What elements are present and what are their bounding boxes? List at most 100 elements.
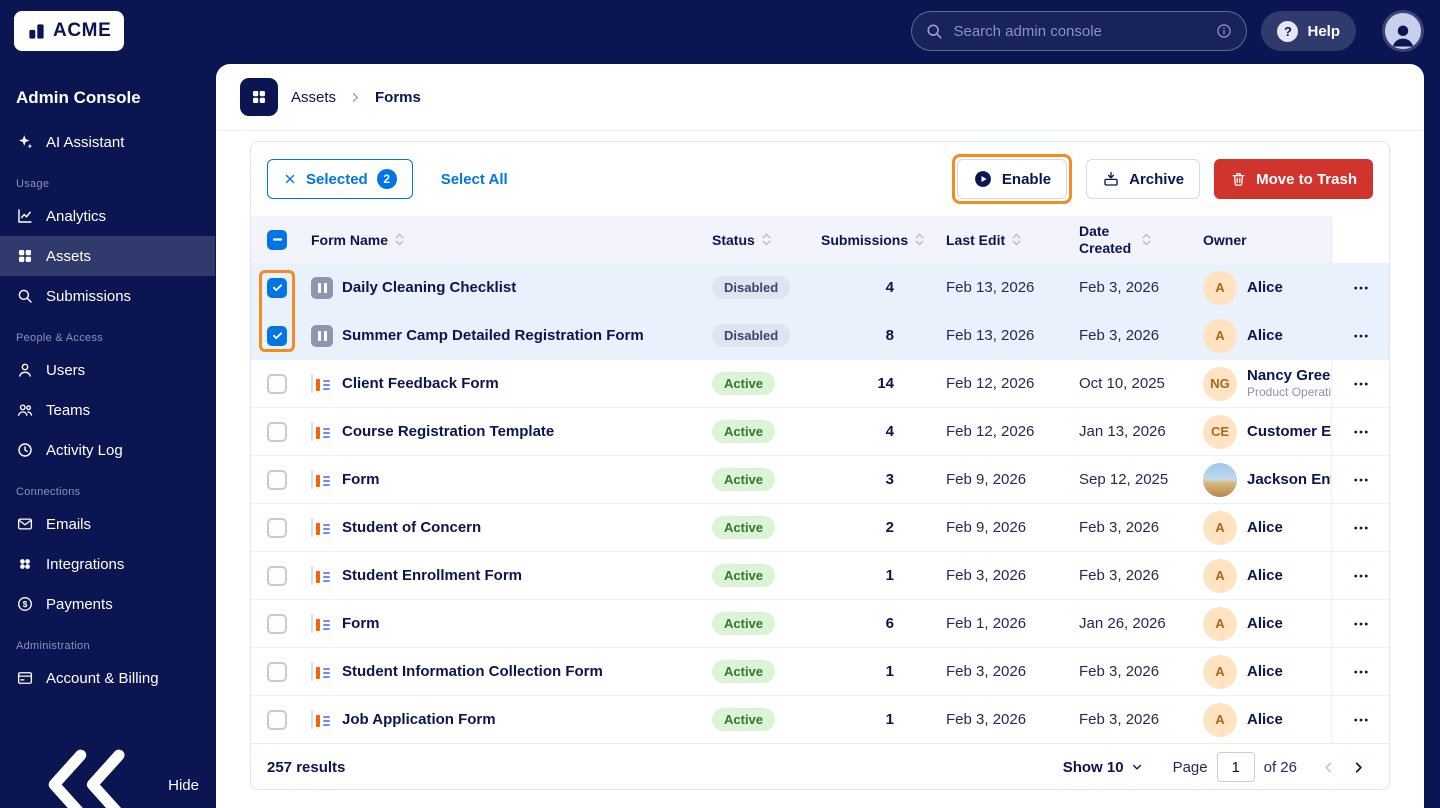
user-avatar[interactable] [1382,10,1424,52]
row-actions-button[interactable] [1331,360,1389,407]
sidebar-item-integrations[interactable]: Integrations [0,544,215,584]
select-all-checkbox[interactable] [267,229,287,250]
sparkle-icon [19,135,33,149]
sidebar-item-assets[interactable]: Assets [0,236,215,276]
sidebar-hide-button[interactable]: Hide [0,750,215,808]
envelope-icon [17,518,33,530]
column-header-submissions[interactable]: Submissions [821,232,946,248]
row-checkbox[interactable] [267,373,287,394]
table-row[interactable]: Student Information Collection Form Acti… [251,647,1389,695]
sidebar-item-payments[interactable]: $ Payments [0,584,215,624]
table-row[interactable]: Student of Concern Active 2 Feb 9, 2026 … [251,503,1389,551]
previous-page-button[interactable] [1313,752,1343,782]
sidebar-item-analytics[interactable]: Analytics [0,196,215,236]
column-header-form-name[interactable]: Form Name [311,232,712,248]
form-name[interactable]: Summer Camp Detailed Registration Form [342,327,712,344]
form-name[interactable]: Client Feedback Form [342,375,712,392]
ellipsis-icon [1353,334,1368,337]
breadcrumb-assets[interactable]: Assets [291,89,336,106]
table-row[interactable]: Job Application Form Active 1 Feb 3, 202… [251,695,1389,743]
form-icon [311,422,330,441]
form-name[interactable]: Form [342,471,712,488]
row-checkbox[interactable] [267,565,287,586]
table-row[interactable]: Course Registration Template Active 4 Fe… [251,407,1389,455]
owner-name: Customer Exp [1247,423,1331,440]
submissions-count: 1 [885,663,894,680]
ellipsis-icon [1353,478,1368,481]
column-header-date-created[interactable]: Date Created [1079,223,1203,256]
page-label: Page [1172,758,1208,776]
table-row[interactable]: Student Enrollment Form Active 1 Feb 3, … [251,551,1389,599]
form-name[interactable]: Form [342,615,712,632]
table-row[interactable]: Form Active 6 Feb 1, 2026 Jan 26, 2026 A… [251,599,1389,647]
ellipsis-icon [1353,526,1368,529]
row-actions-button[interactable] [1331,408,1389,455]
owner-name: Alice [1247,327,1283,344]
row-actions-button[interactable] [1331,456,1389,503]
move-to-trash-button[interactable]: Move to Trash [1214,159,1373,199]
page-size-dropdown[interactable]: Show 10 [1063,759,1143,776]
archive-button[interactable]: Archive [1086,159,1201,199]
question-icon: ? [1277,20,1299,42]
help-button[interactable]: ? Help [1261,11,1356,51]
row-checkbox[interactable] [267,277,287,298]
search-icon [927,23,943,39]
sidebar-item-users[interactable]: Users [0,350,215,390]
help-label: Help [1307,22,1340,40]
sidebar-item-activity-log[interactable]: Activity Log [0,430,215,470]
column-header-last-edit[interactable]: Last Edit [946,232,1079,248]
row-actions-button[interactable] [1331,552,1389,599]
row-actions-button[interactable] [1331,312,1389,359]
table-row[interactable]: Client Feedback Form Active 14 Feb 12, 2… [251,359,1389,407]
section-label-connections: Connections [16,486,81,498]
last-edit: Feb 9, 2026 [946,519,1027,536]
row-actions-button[interactable] [1331,696,1389,743]
column-header-owner[interactable]: Owner [1203,232,1331,248]
row-actions-button[interactable] [1331,504,1389,551]
sidebar-item-account-billing[interactable]: Account & Billing [0,658,215,698]
column-header-status[interactable]: Status [712,232,821,248]
next-page-button[interactable] [1343,752,1373,782]
table-row[interactable]: Summer Camp Detailed Registration Form D… [251,311,1389,359]
info-icon[interactable] [1216,23,1232,39]
selected-button[interactable]: Selected 2 [267,159,413,199]
sidebar-item-emails[interactable]: Emails [0,504,215,544]
topbar: ACME ? Help [0,0,1440,62]
table-row[interactable]: Daily Cleaning Checklist Disabled 4 Feb … [251,263,1389,311]
form-name[interactable]: Daily Cleaning Checklist [342,279,712,296]
row-checkbox[interactable] [267,709,287,730]
row-checkbox[interactable] [267,613,287,634]
row-checkbox[interactable] [267,421,287,442]
sidebar-item-ai-assistant[interactable]: AI Assistant [0,122,215,162]
form-name[interactable]: Course Registration Template [342,423,712,440]
page-number-input[interactable] [1216,752,1255,782]
row-actions-button[interactable] [1331,648,1389,695]
row-actions-button[interactable] [1331,264,1389,311]
row-actions-button[interactable] [1331,600,1389,647]
last-edit: Feb 13, 2026 [946,327,1035,344]
select-all-link[interactable]: Select All [441,171,508,188]
results-count: 257 results [267,758,346,776]
row-checkbox[interactable] [267,469,287,490]
form-name[interactable]: Student Information Collection Form [342,663,712,680]
sort-icon [1142,233,1151,246]
row-checkbox[interactable] [267,661,287,682]
table-row[interactable]: Form Active 3 Feb 9, 2026 Sep 12, 2025 J… [251,455,1389,503]
archive-icon [1104,171,1118,186]
form-name[interactable]: Student of Concern [342,519,712,536]
owner-name: Alice [1247,615,1283,632]
form-name[interactable]: Student Enrollment Form [342,567,712,584]
acme-logo[interactable]: ACME [14,11,125,51]
row-checkbox[interactable] [267,325,287,346]
form-name[interactable]: Job Application Form [342,711,712,728]
search-input[interactable] [953,22,1207,40]
enable-button[interactable]: Enable [956,159,1068,199]
submissions-count: 2 [885,519,894,536]
sidebar-item-submissions[interactable]: Submissions [0,276,215,316]
owner-avatar: A [1203,270,1237,305]
sidebar-item-teams[interactable]: Teams [0,390,215,430]
sidebar: Admin Console AI Assistant Usage Analyti… [0,62,215,808]
last-edit: Feb 13, 2026 [946,279,1035,296]
row-checkbox[interactable] [267,517,287,538]
analytics-icon [18,209,32,223]
